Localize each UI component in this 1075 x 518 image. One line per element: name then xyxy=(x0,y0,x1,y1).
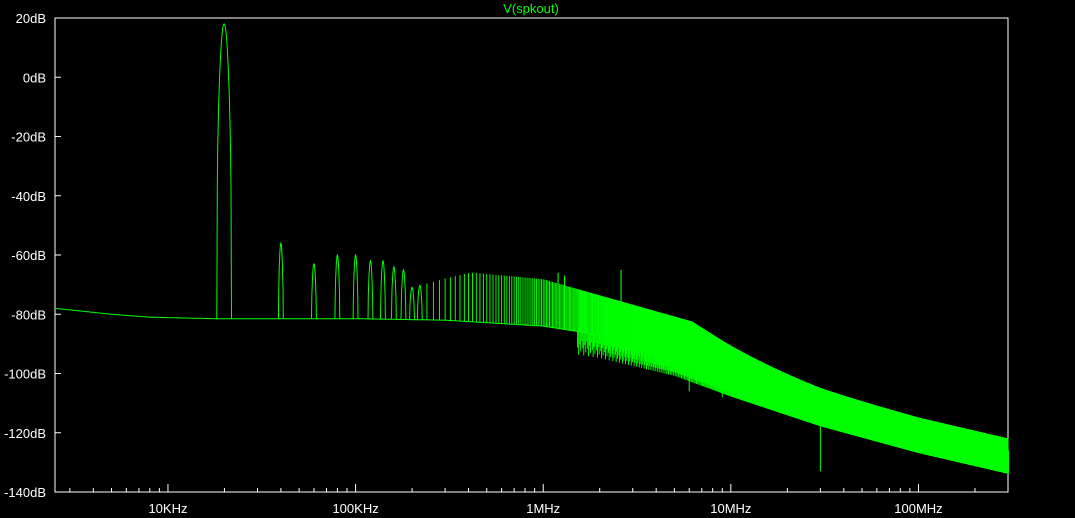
x-tick-label: 10KHz xyxy=(148,501,187,516)
y-tick-label: -100dB xyxy=(4,367,46,382)
x-tick-label: 100KHz xyxy=(332,501,378,516)
trace-harmonic xyxy=(380,259,386,320)
x-tick-label: 10MHz xyxy=(710,501,751,516)
x-tick-label: 100MHz xyxy=(894,501,942,516)
trace-harmonic xyxy=(311,262,317,319)
trace-harmonic xyxy=(390,265,397,320)
y-tick-label: -60dB xyxy=(11,248,46,263)
y-tick-label: -80dB xyxy=(11,307,46,322)
y-tick-label: -140dB xyxy=(4,485,46,500)
y-tick-label: -120dB xyxy=(4,426,46,441)
trace-harmonic xyxy=(277,241,284,319)
x-tick-label: 1MHz xyxy=(526,501,560,516)
y-tick-label: -40dB xyxy=(11,189,46,204)
trace-harmonic xyxy=(352,253,359,319)
y-tick-label: 0dB xyxy=(23,70,46,85)
trace-harmonic xyxy=(409,286,415,320)
trace-harmonic xyxy=(334,253,341,319)
trace-harmonic xyxy=(367,259,374,319)
trace-harmonic xyxy=(400,268,407,320)
trace-harmonic xyxy=(416,284,423,320)
chart-title: V(spkout) xyxy=(503,1,559,16)
chart: V(spkout) 20dB 0dB -20dB -40dB -60dB -80dB -10… xyxy=(4,1,1009,516)
trace-fundamental-peak xyxy=(216,23,232,319)
y-tick-label: -20dB xyxy=(11,130,46,145)
y-tick-label: 20dB xyxy=(16,11,46,26)
